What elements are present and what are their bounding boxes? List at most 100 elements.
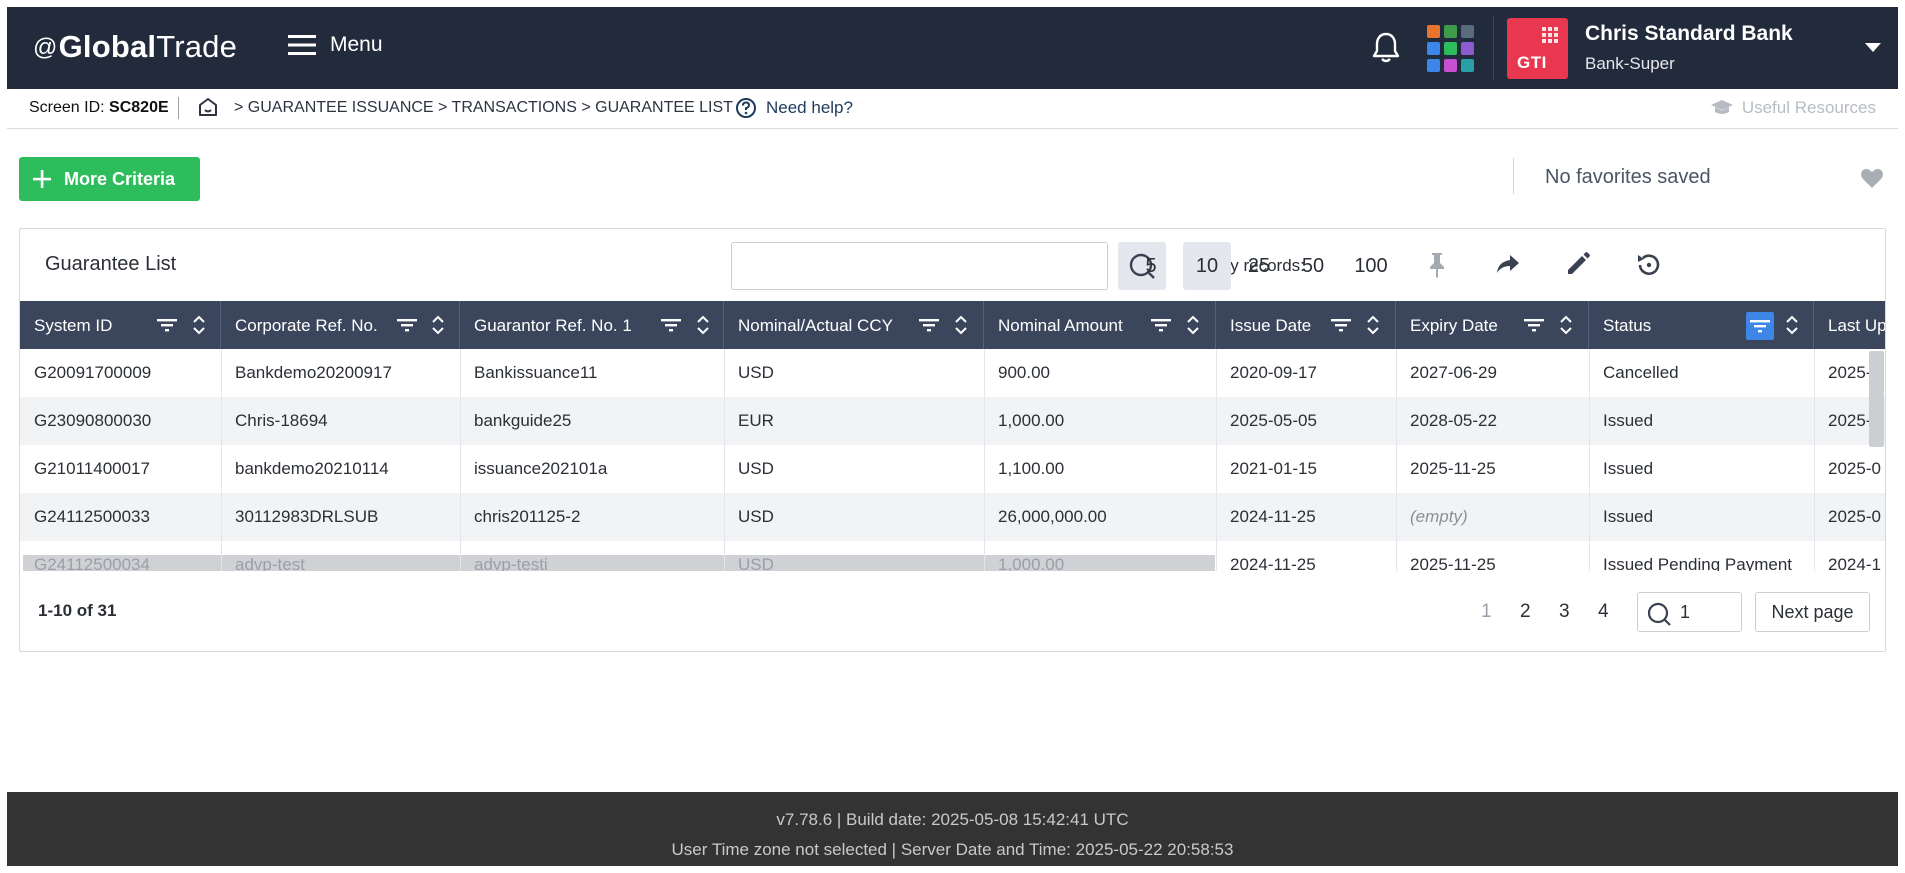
table-cell: 2025-05-05	[1230, 411, 1317, 430]
share-button[interactable]	[1495, 251, 1521, 282]
sort-icon[interactable]	[954, 313, 968, 337]
active-filter-icon[interactable]	[1746, 312, 1774, 340]
breadcrumb-separator	[178, 97, 179, 119]
guarantee-list-panel: Guarantee List Display records: 5 10 25 …	[19, 228, 1886, 652]
table-cell: 2020-09-17	[1230, 363, 1317, 382]
need-help-link[interactable]: Need help?	[735, 97, 853, 119]
page-2-link[interactable]: 2	[1520, 601, 1531, 623]
page-size-25[interactable]: 25	[1239, 242, 1279, 290]
sort-icon[interactable]	[1559, 313, 1573, 337]
page-3-link[interactable]: 3	[1559, 601, 1570, 623]
footer: v7.78.6 | Build date: 2025-05-08 15:42:4…	[7, 792, 1898, 866]
table-cell: G24112500033	[34, 507, 150, 526]
column-divider	[724, 349, 725, 571]
sort-icon[interactable]	[192, 313, 206, 337]
table-row[interactable]: G24112500034 advp-test advp-testi USD 1,000.…	[20, 541, 1885, 571]
column-label: Nominal Amount	[998, 316, 1123, 335]
more-criteria-button[interactable]: More Criteria	[19, 157, 200, 201]
table-cell: G20091700009	[34, 363, 152, 382]
page-size-100[interactable]: 100	[1345, 242, 1397, 290]
app-tile	[1427, 25, 1440, 38]
table-row[interactable]: G23090800030 Chris-18694 bankguide25 EUR 1,0…	[20, 397, 1885, 445]
column-header-status[interactable]: Status	[1589, 301, 1814, 349]
filter-icon[interactable]	[1523, 315, 1545, 335]
goto-page-input[interactable]: 1	[1637, 592, 1742, 632]
column-header-nominal-amount[interactable]: Nominal Amount	[984, 301, 1216, 349]
table-cell: advp-testi	[474, 555, 548, 571]
global-trade-logo[interactable]: @GlobalTrade	[33, 29, 237, 65]
history-restore-icon	[1638, 254, 1660, 275]
app-tile	[1427, 59, 1440, 72]
column-header-corporate-ref[interactable]: Corporate Ref. No.	[221, 301, 460, 349]
question-circle-icon	[736, 98, 756, 118]
apps-grid-icon[interactable]	[1427, 25, 1474, 72]
table-row[interactable]: G20091700009 Bankdemo20200917 Bankissuance…	[20, 349, 1885, 397]
server-time-info: User Time zone not selected | Server Dat…	[671, 840, 1234, 859]
column-header-last-updated[interactable]: Last Up	[1814, 301, 1886, 349]
filter-icon[interactable]	[1330, 315, 1352, 335]
page-size-10-label: 10	[1195, 254, 1219, 277]
column-divider	[1814, 349, 1815, 571]
top-nav: @GlobalTrade Menu GTI Chris Standard Ban…	[7, 7, 1898, 89]
gti-badge: GTI	[1507, 18, 1568, 79]
notifications-button[interactable]	[1371, 31, 1401, 68]
table-row[interactable]: G21011400017 bankdemo20210114 issuance2021…	[20, 445, 1885, 493]
app-tile	[1461, 59, 1474, 72]
table-cell: 2025-11-25	[1410, 555, 1496, 571]
column-header-expiry-date[interactable]: Expiry Date	[1396, 301, 1589, 349]
sort-icon[interactable]	[1186, 313, 1200, 337]
page-size-10[interactable]: 10	[1183, 242, 1231, 290]
column-label: Last Up	[1828, 316, 1886, 335]
page-size-50[interactable]: 50	[1293, 242, 1333, 290]
sort-icon[interactable]	[696, 313, 710, 337]
app-tile	[1444, 42, 1457, 55]
table-cell: 2025-0	[1828, 507, 1881, 526]
menu-button[interactable]: Menu	[288, 33, 383, 57]
column-divider	[1589, 349, 1590, 571]
table-cell: Issued	[1603, 507, 1654, 526]
column-header-system-id[interactable]: System ID	[20, 301, 221, 349]
column-label: Guarantor Ref. No. 1	[474, 316, 632, 335]
table-cell: 2027-06-29	[1410, 363, 1497, 382]
user-dropdown-chevron-icon[interactable]	[1865, 43, 1881, 52]
breadcrumb-path[interactable]: > GUARANTEE ISSUANCE > TRANSACTIONS > GU…	[234, 99, 733, 117]
table-cell: Bankdemo20200917	[235, 363, 392, 382]
logo-global: Global	[58, 29, 157, 64]
table-cell: 1,000.00	[998, 411, 1065, 430]
table-cell: G23090800030	[34, 411, 152, 430]
column-header-guarantor-ref[interactable]: Guarantor Ref. No. 1	[460, 301, 724, 349]
favorite-button[interactable]	[1860, 167, 1884, 194]
filter-icon[interactable]	[396, 315, 418, 335]
reset-button[interactable]	[1635, 251, 1663, 284]
next-page-button[interactable]: Next page	[1755, 592, 1870, 632]
vertical-scrollbar[interactable]	[1869, 351, 1884, 447]
column-label: Expiry Date	[1410, 316, 1498, 335]
table-search-input[interactable]	[731, 242, 1108, 290]
page-size-5[interactable]: 5	[1136, 242, 1166, 290]
table-cell: 2025-11-25	[1410, 459, 1496, 478]
filter-icon[interactable]	[918, 315, 940, 335]
table-row[interactable]: G24112500033 30112983DRLSUB chris201125-2 U…	[20, 493, 1885, 541]
filter-icon[interactable]	[156, 315, 178, 335]
edit-columns-button[interactable]	[1565, 251, 1591, 282]
page-1-link[interactable]: 1	[1481, 601, 1492, 623]
column-label: Issue Date	[1230, 316, 1312, 335]
sort-icon[interactable]	[1785, 313, 1799, 337]
more-criteria-label: More Criteria	[64, 168, 176, 189]
page-4-link[interactable]: 4	[1598, 601, 1609, 623]
table-cell: Issued	[1603, 459, 1654, 478]
filter-icon[interactable]	[660, 315, 682, 335]
user-info[interactable]: Chris Standard Bank Bank-Super	[1585, 22, 1793, 74]
logo-trade: Trade	[156, 29, 238, 64]
app-tile	[1444, 25, 1457, 38]
filter-icon[interactable]	[1150, 315, 1172, 335]
pin-button[interactable]	[1425, 251, 1449, 284]
column-header-ccy[interactable]: Nominal/Actual CCY	[724, 301, 984, 349]
sort-icon[interactable]	[431, 313, 445, 337]
useful-resources-link[interactable]: Useful Resources	[1710, 98, 1876, 118]
sort-icon[interactable]	[1366, 313, 1380, 337]
column-header-issue-date[interactable]: Issue Date	[1216, 301, 1396, 349]
screen-id-label: Screen ID:	[29, 99, 105, 116]
home-button[interactable]	[197, 96, 219, 123]
next-page-label: Next page	[1771, 601, 1854, 622]
